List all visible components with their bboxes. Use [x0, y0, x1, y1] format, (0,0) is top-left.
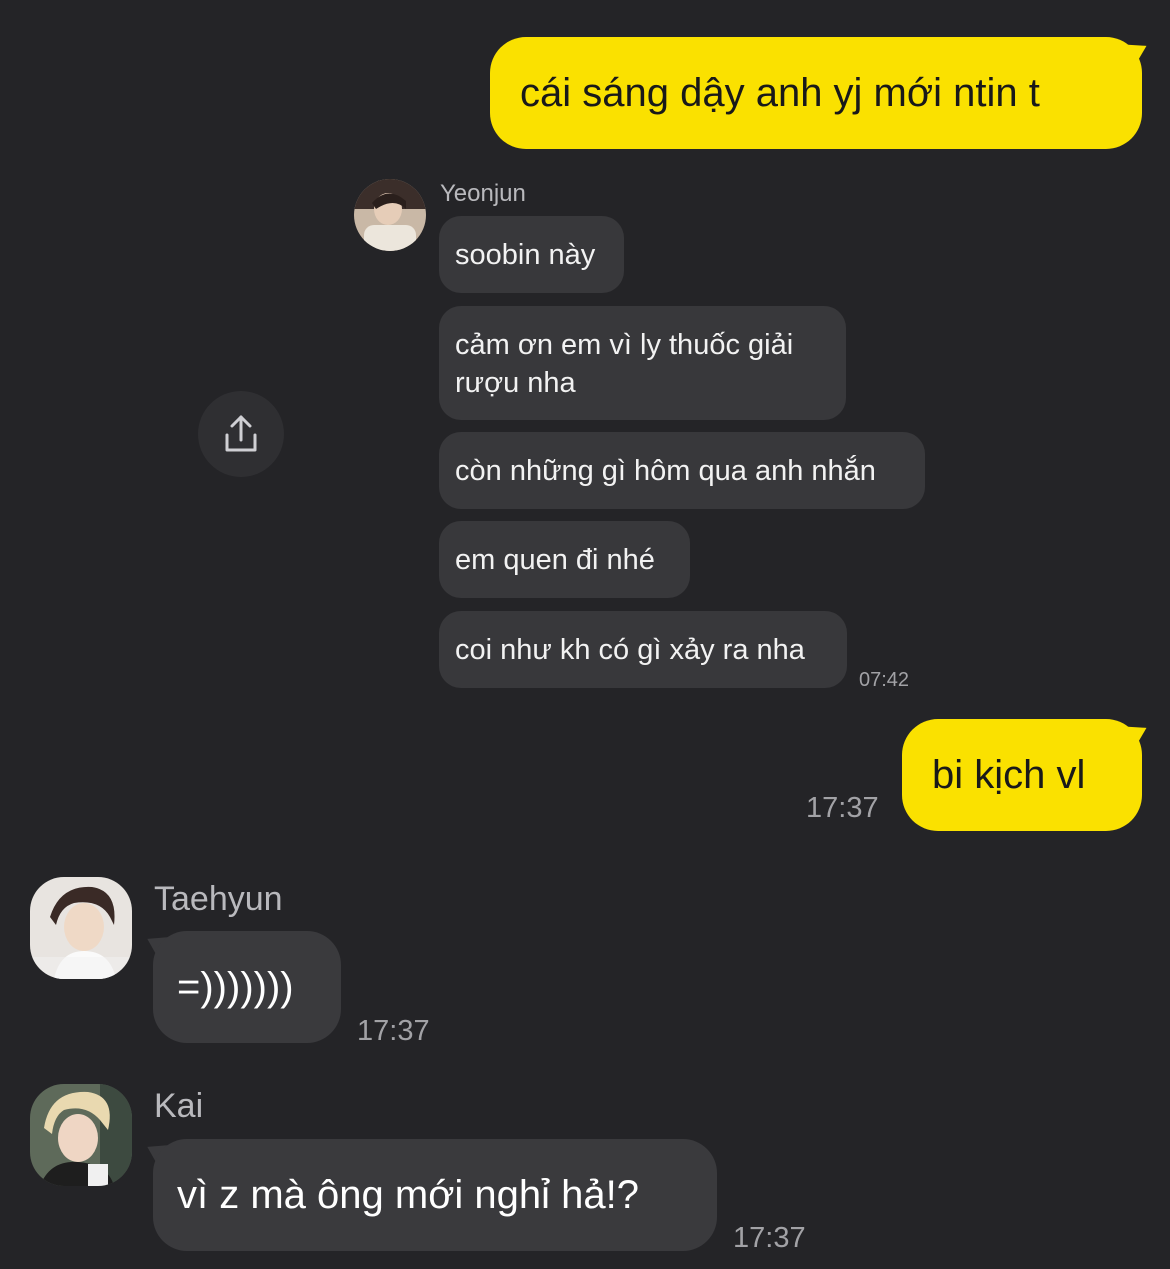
forwarded-bubble-3[interactable]: còn những gì hôm qua anh nhắn	[439, 432, 925, 509]
share-icon	[225, 415, 257, 452]
kai-name: Kai	[154, 1087, 204, 1125]
my-message-timestamp: 17:37	[806, 792, 879, 824]
forwarded-bubble-5[interactable]: coi như kh có gì xảy ra nha	[439, 611, 847, 688]
taehyun-avatar[interactable]	[30, 877, 132, 979]
taehyun-name: Taehyun	[154, 880, 283, 918]
yeonjun-avatar[interactable]	[354, 179, 426, 251]
forwarded-text: coi như kh có gì xảy ra nha	[455, 634, 805, 666]
kai-message-text: vì z mà ông mới nghỉ hả!?	[177, 1173, 640, 1217]
my-message-text: bi kịch vl	[932, 753, 1086, 797]
yeonjun-name: Yeonjun	[440, 180, 526, 207]
my-message-bubble[interactable]: bi kịch vl	[902, 719, 1142, 831]
forwarded-timestamp: 07:42	[859, 669, 910, 691]
taehyun-message-bubble[interactable]: =)))))))	[153, 931, 341, 1043]
my-message-text: cái sáng dậy anh yj mới ntin t	[520, 71, 1040, 115]
forwarded-text: em quen đi nhé	[455, 544, 655, 576]
forwarded-text: cảm ơn em vì ly thuốc giải rượu nha	[455, 329, 794, 399]
share-button[interactable]	[198, 391, 284, 477]
taehyun-timestamp: 17:37	[357, 1015, 430, 1047]
forwarded-text: còn những gì hôm qua anh nhắn	[455, 455, 876, 487]
my-message-bubble[interactable]: cái sáng dậy anh yj mới ntin t	[490, 37, 1142, 149]
kai-timestamp: 17:37	[733, 1222, 806, 1254]
forwarded-text: soobin này	[455, 239, 596, 271]
kai-message-bubble[interactable]: vì z mà ông mới nghỉ hả!?	[153, 1139, 717, 1251]
forwarded-bubble-4[interactable]: em quen đi nhé	[439, 521, 690, 598]
taehyun-message-text: =)))))))	[177, 965, 294, 1009]
forwarded-bubble-1[interactable]: soobin này	[439, 216, 624, 293]
kai-avatar[interactable]	[30, 1084, 132, 1186]
forwarded-bubble-2[interactable]: cảm ơn em vì ly thuốc giải rượu nha	[439, 306, 846, 420]
